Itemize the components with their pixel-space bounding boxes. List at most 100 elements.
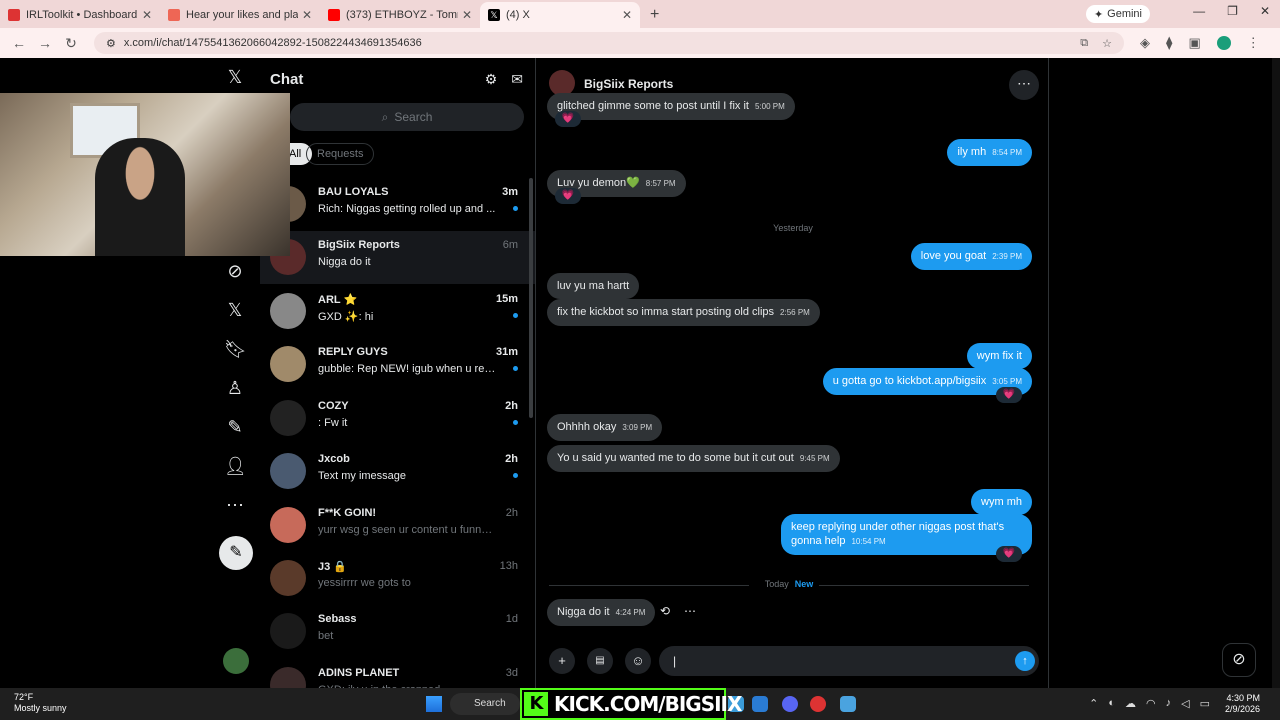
- conversation-avatar: [270, 613, 306, 649]
- articles-icon[interactable]: ✎: [224, 416, 246, 438]
- reaction-heart-icon[interactable]: 💗: [996, 387, 1022, 403]
- onedrive-icon[interactable]: ☁: [1125, 697, 1136, 710]
- incoming-message[interactable]: fix the kickbot so imma start posting ol…: [547, 299, 820, 326]
- conversation-preview: : Fw it: [318, 417, 348, 429]
- back-icon[interactable]: ←: [8, 35, 30, 51]
- extension-icon[interactable]: ◈: [1140, 35, 1150, 51]
- close-icon[interactable]: ✕: [142, 8, 152, 22]
- gif-icon[interactable]: ▤: [587, 648, 613, 674]
- thread-more-icon[interactable]: ⋯: [1009, 70, 1039, 100]
- chrome-icon[interactable]: [810, 696, 826, 712]
- tab-youtube[interactable]: (373) ETHBOYZ - Tommy G - Yo ✕: [320, 2, 480, 28]
- conversation-name: Jxcob: [318, 453, 350, 465]
- reaction-heart-icon[interactable]: 💗: [555, 111, 581, 127]
- install-icon[interactable]: ⧉: [1080, 37, 1088, 50]
- account-avatar[interactable]: [223, 648, 249, 674]
- new-tab-button[interactable]: +: [650, 2, 659, 28]
- outgoing-message[interactable]: love you goat 2:39 PM: [910, 243, 1032, 270]
- bookmark-icon[interactable]: 🔖︎: [224, 338, 247, 360]
- thread-title[interactable]: BigSiix Reports: [584, 77, 673, 91]
- bookmark-star-icon[interactable]: ☆: [1102, 37, 1112, 50]
- chevron-up-icon[interactable]: ⌃: [1089, 697, 1098, 710]
- sidepanel-icon[interactable]: ▣: [1188, 35, 1200, 51]
- conversation-item[interactable]: ARL ⭐ 15m GXD ✨: hi: [260, 285, 535, 338]
- conversation-item[interactable]: Sebass 1d bet: [260, 605, 535, 658]
- incoming-message[interactable]: Nigga do it 4:24 PM: [547, 599, 656, 626]
- menu-icon[interactable]: ⋮: [1247, 35, 1260, 51]
- close-icon[interactable]: ✕: [622, 8, 632, 22]
- discord-icon[interactable]: [782, 696, 798, 712]
- conversation-item[interactable]: Jxcob 2h Text my imessage: [260, 445, 535, 498]
- puzzle-icon[interactable]: ⧫: [1166, 35, 1172, 51]
- volume-icon[interactable]: ◁: [1181, 697, 1189, 710]
- site-info-icon[interactable]: ⚙: [106, 37, 116, 50]
- outgoing-message[interactable]: keep replying under other niggas post th…: [781, 514, 1032, 555]
- reaction-heart-icon[interactable]: 💗: [996, 546, 1022, 562]
- conversation-item[interactable]: ADINS PLANET3dGXD: ily u in the cropped: [260, 659, 535, 688]
- message-time: 4:24 PM: [615, 608, 646, 617]
- battery-icon[interactable]: ▭: [1200, 697, 1210, 710]
- premium-x-icon[interactable]: 𝕏: [224, 299, 246, 321]
- settings-gear-icon[interactable]: ⚙: [485, 71, 498, 88]
- conversation-item[interactable]: BigSiix Reports 6m Nigga do it: [260, 231, 535, 284]
- conversation-item[interactable]: J3 🔒 13h yessirrrr we gots to: [260, 552, 535, 605]
- tab-music[interactable]: Hear your likes and playlists, an ✕: [160, 2, 320, 28]
- restore-icon[interactable]: ❐: [1227, 4, 1238, 18]
- minimize-icon[interactable]: —: [1193, 4, 1205, 18]
- outgoing-message[interactable]: wym mh: [971, 489, 1032, 515]
- close-icon[interactable]: ✕: [462, 8, 472, 22]
- gemini-button[interactable]: ✦ Gemini: [1085, 5, 1150, 23]
- close-icon[interactable]: ✕: [302, 8, 312, 22]
- close-window-icon[interactable]: ✕: [1260, 4, 1270, 18]
- incoming-message[interactable]: glitched gimme some to post until I fix …: [547, 93, 795, 120]
- message-more-icon[interactable]: ⋯: [684, 604, 696, 618]
- x-logo-icon[interactable]: 𝕏: [224, 66, 246, 88]
- incoming-message[interactable]: Yo u said yu wanted me to do some but it…: [547, 445, 840, 472]
- compose-post-button[interactable]: ✎: [219, 536, 253, 570]
- wifi-icon[interactable]: ◠: [1146, 697, 1156, 710]
- message-time: 5:00 PM: [754, 102, 785, 111]
- weather-widget[interactable]: 72°F Mostly sunny: [14, 692, 67, 714]
- reload-icon[interactable]: ↻: [60, 35, 82, 52]
- chat-search-input[interactable]: ⌕ Search: [290, 103, 524, 131]
- outgoing-message[interactable]: wym fix it: [966, 343, 1032, 369]
- reply-icon[interactable]: ⟲: [660, 604, 670, 618]
- conversation-item[interactable]: F**K GOIN! 2h yurr wsg g seen ur content u…: [260, 499, 535, 552]
- outgoing-message[interactable]: ily mh 8:54 PM: [947, 139, 1032, 166]
- forward-icon[interactable]: →: [34, 35, 56, 51]
- new-message-icon[interactable]: ✉: [511, 71, 523, 88]
- message-input[interactable]: | ↑: [659, 646, 1039, 676]
- profile-icon[interactable]: 👤︎: [224, 455, 247, 477]
- tray-app-icon[interactable]: ◐: [1108, 697, 1115, 710]
- conversation-item[interactable]: BAU LOYALS 3m Rich: Niggas getting rolled …: [260, 178, 535, 231]
- filter-requests[interactable]: Requests: [306, 143, 375, 165]
- chat-list-scrollbar[interactable]: [529, 178, 533, 418]
- mic-icon[interactable]: ♪: [1166, 697, 1172, 710]
- app-icon[interactable]: [840, 696, 856, 712]
- more-icon[interactable]: ⋯: [224, 494, 246, 516]
- profile-avatar[interactable]: [1216, 36, 1231, 50]
- add-attachment-icon[interactable]: +: [549, 648, 575, 674]
- incoming-message[interactable]: Ohhhh okay 3:09 PM: [547, 414, 663, 441]
- page-scrollbar[interactable]: [1272, 58, 1280, 688]
- reaction-heart-icon[interactable]: 💗: [555, 188, 581, 204]
- jobs-icon[interactable]: ♙: [224, 377, 246, 399]
- tab-irltoolkit[interactable]: IRLToolkit • Dashboard ✕: [0, 2, 160, 28]
- message-text: Yo u said yu wanted me to do some but it…: [557, 452, 794, 464]
- conversation-name: F**K GOIN!: [318, 507, 377, 519]
- webcam-person: [95, 138, 185, 256]
- conversation-item[interactable]: COZY 2h: Fw it: [260, 392, 535, 445]
- windows-start-icon[interactable]: [426, 696, 442, 712]
- taskbar-clock[interactable]: 4:30 PM 2/9/2026: [1225, 693, 1260, 715]
- url-field[interactable]: ⚙ x.com/i/chat/1475541362066042892-15082…: [94, 32, 1124, 54]
- grok-floating-icon[interactable]: ⊘: [1222, 643, 1256, 677]
- emoji-icon[interactable]: ☺: [625, 648, 651, 674]
- send-button[interactable]: ↑: [1015, 651, 1035, 671]
- conversation-item[interactable]: REPLY GUYS 31m gubble: Rep NEW! igub when …: [260, 338, 535, 391]
- incoming-message[interactable]: luv yu ma hartt: [547, 273, 640, 299]
- taskbar-search[interactable]: Search: [450, 693, 520, 715]
- grok-icon[interactable]: ⊘: [224, 260, 246, 282]
- store-icon[interactable]: [752, 696, 768, 712]
- conversation-preview: GXD ✨: hi: [318, 311, 374, 323]
- tab-x[interactable]: 𝕏 (4) X ✕: [480, 2, 640, 28]
